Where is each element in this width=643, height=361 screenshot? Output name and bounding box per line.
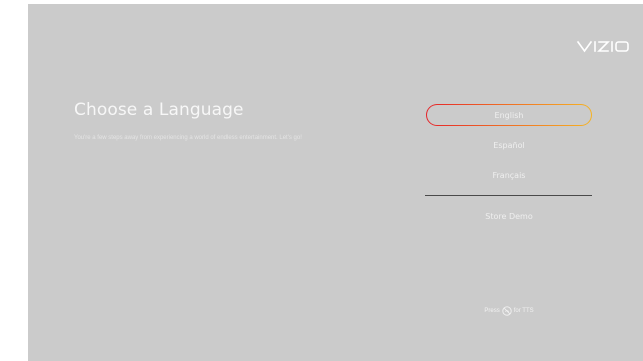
vizio-logo-mark: [576, 40, 629, 53]
page-title: Choose a Language: [74, 100, 244, 120]
language-option-label: Español: [493, 140, 525, 150]
page-subtitle: You're a few steps away from experiencin…: [74, 135, 302, 141]
language-option-espanol[interactable]: Español: [426, 134, 592, 156]
store-demo-button[interactable]: Store Demo: [426, 205, 592, 227]
language-option-label: English: [494, 110, 524, 120]
language-option-label: Français: [492, 170, 526, 180]
vizio-logo: VIZIO: [576, 37, 638, 55]
language-option-english[interactable]: English: [426, 104, 592, 126]
menu-divider: [425, 195, 592, 196]
tts-hint-suffix: for TTS: [513, 308, 534, 314]
language-option-francais[interactable]: Français: [426, 164, 592, 186]
store-demo-label: Store Demo: [485, 211, 533, 221]
tts-hint: Press for TTS: [426, 306, 592, 316]
setup-screen: VIZIO Choose a Language You're a few ste…: [28, 4, 643, 361]
tts-hint-prefix: Press: [484, 308, 500, 314]
tts-remote-button-icon: [502, 306, 512, 316]
